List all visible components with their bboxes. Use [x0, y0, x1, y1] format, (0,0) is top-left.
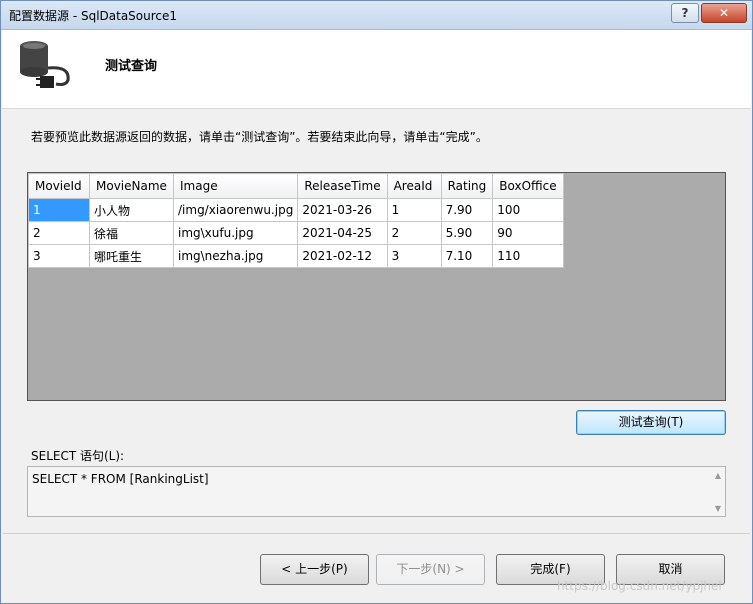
- table-cell[interactable]: 1: [28, 198, 90, 222]
- table-cell[interactable]: 2021-04-25: [297, 221, 388, 245]
- column-header-image[interactable]: Image: [172, 173, 299, 199]
- results-grid[interactable]: MovieId MovieName Image ReleaseTime Area…: [27, 172, 726, 401]
- column-header-areaid[interactable]: AreaId: [386, 173, 442, 199]
- table-row[interactable]: 2 徐福 img\xufu.jpg 2021-04-25 2 5.90 90: [28, 221, 564, 245]
- column-header-boxoffice[interactable]: BoxOffice: [492, 173, 564, 199]
- dialog-window: 配置数据源 - SqlDataSource1 ? ✕ 测试查询 若要预览此数据源…: [0, 0, 753, 604]
- scroll-up-icon[interactable]: ▲: [715, 471, 721, 480]
- help-button[interactable]: ?: [671, 3, 699, 23]
- table-cell[interactable]: /img/xiaorenwu.jpg: [172, 198, 299, 222]
- watermark: https://blog.csdn.net/ypjhel: [557, 579, 722, 593]
- table-cell[interactable]: 哪吒重生: [89, 244, 174, 268]
- column-header-moviename[interactable]: MovieName: [89, 173, 174, 199]
- instruction-text: 若要预览此数据源返回的数据，请单击“测试查询”。若要结束此向导，请单击“完成”。: [31, 130, 488, 144]
- header-row: MovieId MovieName Image ReleaseTime Area…: [28, 173, 564, 199]
- table-cell[interactable]: 7.10: [440, 244, 494, 268]
- sql-statement-box[interactable]: SELECT * FROM [RankingList] ▲ ▼: [27, 466, 726, 517]
- table-cell[interactable]: 2021-03-26: [297, 198, 388, 222]
- page-title: 测试查询: [105, 59, 158, 74]
- table-cell[interactable]: 徐福: [89, 221, 174, 245]
- column-header-rating[interactable]: Rating: [440, 173, 494, 199]
- sql-statement: SELECT * FROM [RankingList]: [32, 472, 209, 486]
- table-cell[interactable]: img\nezha.jpg: [172, 244, 299, 268]
- scroll-down-icon[interactable]: ▼: [715, 504, 721, 513]
- sql-label: SELECT 语句(L):: [31, 449, 125, 463]
- test-query-button[interactable]: 测试查询(T): [576, 410, 726, 435]
- table-row[interactable]: 1 小人物 /img/xiaorenwu.jpg 2021-03-26 1 7.…: [28, 198, 564, 222]
- close-button[interactable]: ✕: [701, 3, 747, 23]
- table-cell[interactable]: 2021-02-12: [297, 244, 388, 268]
- table-cell[interactable]: 100: [492, 198, 564, 222]
- table-cell[interactable]: 90: [492, 221, 564, 245]
- table-cell[interactable]: 2: [386, 221, 442, 245]
- table-cell[interactable]: 小人物: [89, 198, 174, 222]
- table-cell[interactable]: img\xufu.jpg: [172, 221, 299, 245]
- table-cell[interactable]: 1: [386, 198, 442, 222]
- table-row[interactable]: 3 哪吒重生 img\nezha.jpg 2021-02-12 3 7.10 1…: [28, 244, 564, 268]
- database-plug-icon: [20, 41, 70, 88]
- next-button[interactable]: 下一步(N) >: [376, 554, 485, 585]
- table-cell[interactable]: 110: [492, 244, 564, 268]
- previous-button[interactable]: < 上一步(P): [260, 554, 369, 585]
- table-cell[interactable]: 2: [28, 221, 90, 245]
- column-header-releasetime[interactable]: ReleaseTime: [297, 173, 388, 199]
- results-table: MovieId MovieName Image ReleaseTime Area…: [28, 173, 564, 268]
- table-cell[interactable]: 3: [28, 244, 90, 268]
- column-header-movieid[interactable]: MovieId: [28, 173, 90, 199]
- window-title: 配置数据源 - SqlDataSource1: [9, 9, 178, 23]
- wizard-header: 测试查询: [2, 30, 751, 109]
- table-cell[interactable]: 3: [386, 244, 442, 268]
- title-bar: 配置数据源 - SqlDataSource1 ? ✕: [1, 1, 752, 30]
- footer-divider: [3, 533, 750, 534]
- table-cell[interactable]: 7.90: [440, 198, 494, 222]
- table-cell[interactable]: 5.90: [440, 221, 494, 245]
